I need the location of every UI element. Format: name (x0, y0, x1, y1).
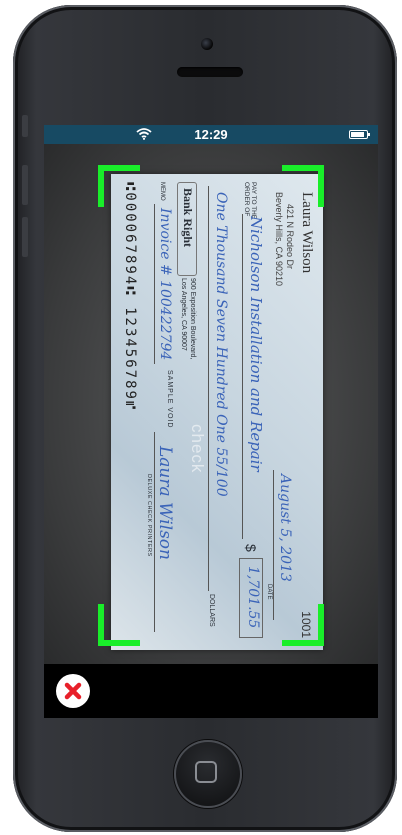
date-label: DATE (266, 584, 272, 600)
pay-to-label-line-2: ORDER OF (243, 182, 250, 217)
battery-level (351, 132, 364, 137)
signature: Laura Wilson (155, 446, 175, 560)
screen: 12:29 Laura Wilson 421 N Rodeo Dr Beverl… (44, 125, 378, 718)
check-image: Laura Wilson 421 N Rodeo Dr Beverly Hill… (111, 174, 323, 650)
guide-corner-top-left (98, 165, 140, 207)
check-capture-area: Laura Wilson 421 N Rodeo Dr Beverly Hill… (111, 174, 323, 650)
battery-icon (349, 130, 370, 139)
mute-switch (22, 115, 28, 137)
amount-value: 1,701.55 (245, 566, 261, 629)
volume-up-button (22, 165, 28, 205)
dollars-label: DOLLARS (208, 594, 215, 627)
status-time: 12:29 (194, 127, 228, 142)
currency-symbol: $ (243, 544, 259, 552)
pay-to-label: PAY TO THE ORDER OF (243, 182, 257, 219)
guide-corner-bottom-right (282, 604, 324, 646)
camera-viewfinder[interactable]: Laura Wilson 421 N Rodeo Dr Beverly Hill… (44, 144, 378, 664)
guide-corner-bottom-left (98, 604, 140, 646)
micr-line: ⑆000067894⑆ 123456789⑈ (122, 182, 138, 412)
address-line-1: 421 N Rodeo Dr (285, 204, 295, 270)
home-button[interactable] (174, 740, 242, 808)
signature-line (154, 432, 155, 632)
bank-address-line-2: Los Angeles, CA 90007 (180, 278, 187, 351)
check-overlay-text: check (188, 424, 207, 474)
bank-name: Bank Right (181, 188, 195, 248)
payee-name: Nicholson Installation and Repair (247, 216, 265, 472)
volume-down-button (22, 217, 28, 257)
cancel-button[interactable] (56, 674, 90, 708)
date-value: August 5, 2013 (277, 474, 293, 582)
memo-line (154, 204, 155, 364)
memo-value: Invoice # 100422794 (157, 208, 173, 361)
printer-text: DELUXE CHECK PRINTERS (146, 474, 152, 557)
close-icon (64, 682, 82, 700)
sample-void-text: SAMPLE VOID (166, 370, 173, 429)
memo-label: MEMO (159, 182, 165, 201)
date-line (273, 470, 274, 620)
front-camera (201, 38, 213, 50)
bottom-toolbar (44, 664, 378, 718)
home-square-icon (195, 761, 217, 783)
guide-corner-top-right (282, 165, 324, 207)
status-bar: 12:29 (44, 125, 378, 144)
bank-address-line-1: 900 Exposition Boulevard, (189, 278, 196, 360)
amount-in-words: One Thousand Seven Hundred One 55/100 (213, 192, 229, 497)
amount-words-line (208, 186, 209, 591)
earpiece-speaker (177, 67, 243, 77)
pay-to-label-line-1: PAY TO THE (250, 182, 257, 220)
payee-line (242, 214, 243, 539)
